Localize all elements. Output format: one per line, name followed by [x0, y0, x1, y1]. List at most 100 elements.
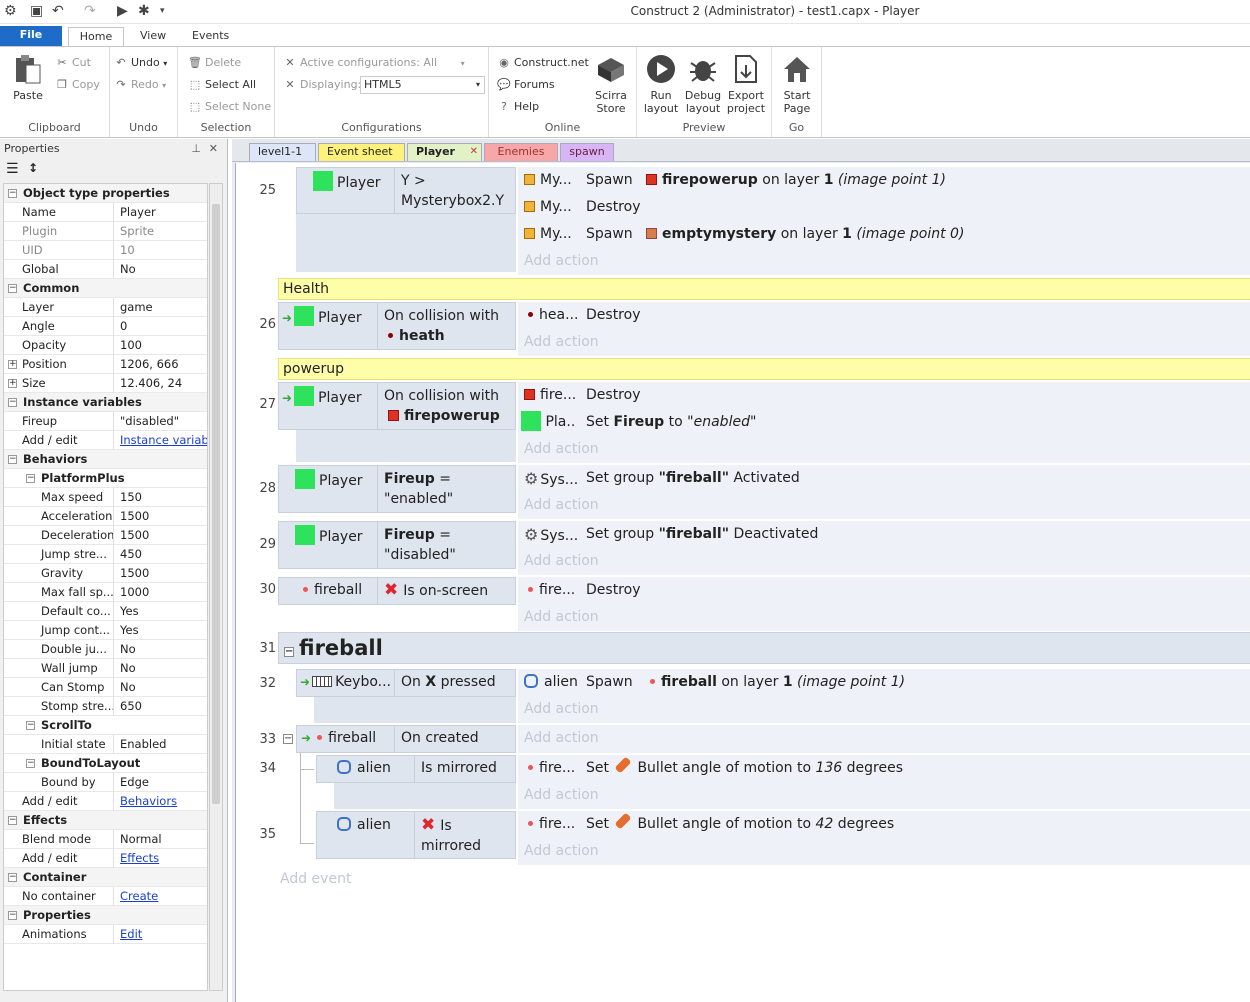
property-value[interactable]: game — [117, 298, 207, 316]
property-value[interactable]: 1500 — [117, 564, 207, 582]
property-category[interactable]: − Behaviors — [4, 450, 207, 469]
event-32-condition[interactable]: ➜ Keybo... On X pressed — [296, 669, 516, 697]
property-row[interactable]: Wall jump No — [4, 659, 207, 678]
property-value[interactable]: Yes — [117, 621, 207, 639]
property-row[interactable]: Default co... Yes — [4, 602, 207, 621]
property-row[interactable]: Acceleration 1500 — [4, 507, 207, 526]
active-configurations-dropdown[interactable]: ✕ Active configurations: All ▾ — [283, 54, 464, 72]
property-row[interactable]: Deceleration 1500 — [4, 526, 207, 545]
event-30-condition[interactable]: fireball ✖ Is on-screen — [278, 577, 516, 605]
property-row[interactable]: Plugin Sprite — [4, 222, 207, 241]
export-project-button[interactable]: Export project — [725, 53, 767, 115]
property-value[interactable]: 1206, 666 — [117, 355, 207, 373]
collapse-icon[interactable]: − — [284, 647, 294, 657]
property-row[interactable]: + Position 1206, 666 — [4, 355, 207, 374]
construct-net-link[interactable]: ◉ Construct.net — [497, 54, 589, 72]
property-row[interactable]: No container Create — [4, 887, 207, 906]
property-row[interactable]: Add / edit Behaviors — [4, 792, 207, 811]
collapse-icon[interactable]: − — [283, 734, 293, 744]
select-none-button[interactable]: ⬚ Select None — [188, 98, 271, 116]
run-layout-button[interactable]: Run layout — [641, 53, 681, 115]
property-value[interactable]: Yes — [117, 602, 207, 620]
property-value[interactable]: 10 — [117, 241, 207, 259]
property-row[interactable]: Initial state Enabled — [4, 735, 207, 754]
property-value[interactable]: "disabled" — [117, 412, 207, 430]
delete-button[interactable]: 🗑 Delete — [188, 54, 241, 72]
property-row[interactable]: Can Stomp No — [4, 678, 207, 697]
property-row[interactable]: Stomp stre... 650 — [4, 697, 207, 716]
event-35-condition[interactable]: alien ✖ Is mirrored — [316, 811, 516, 859]
property-row[interactable]: Angle 0 — [4, 317, 207, 336]
property-value[interactable]: 450 — [117, 545, 207, 563]
cut-button[interactable]: ✂ Cut — [55, 54, 91, 72]
add-action-link[interactable]: Add action — [524, 548, 599, 575]
tab-file[interactable]: File — [0, 26, 62, 46]
property-row[interactable]: Max fall sp... 1000 — [4, 583, 207, 602]
property-value[interactable]: Enabled — [117, 735, 207, 753]
event-sheet[interactable]: 25 Player Y > Mysterybox2.Y My... Spawn f… — [235, 163, 1250, 1002]
property-row[interactable]: Gravity 1500 — [4, 564, 207, 583]
add-action-link[interactable]: Add action — [524, 329, 599, 356]
property-category[interactable]: − Object type properties — [4, 184, 207, 203]
property-row[interactable]: Name Player — [4, 203, 207, 222]
event-34-condition[interactable]: alien Is mirrored — [316, 755, 516, 783]
property-value[interactable]: No — [117, 640, 207, 658]
property-category[interactable]: − ScrollTo — [4, 716, 207, 735]
property-value[interactable]: No — [117, 678, 207, 696]
property-row[interactable]: Layer game — [4, 298, 207, 317]
property-value[interactable]: 1500 — [117, 507, 207, 525]
paste-button[interactable]: Paste — [8, 53, 48, 102]
copy-button[interactable]: ❐ Copy — [55, 76, 100, 94]
event-26-condition[interactable]: ➜ Player On collision with heath — [278, 302, 516, 350]
property-row[interactable]: + Size 12.406, 24 — [4, 374, 207, 393]
displaying-select[interactable]: HTML5 ▾ — [360, 76, 485, 94]
add-action-link[interactable]: Add action — [524, 725, 599, 752]
property-value[interactable]: No — [117, 659, 207, 677]
property-link[interactable]: Behaviors — [117, 792, 207, 810]
property-row[interactable]: Animations Edit — [4, 925, 207, 944]
scroll-thumb[interactable] — [212, 204, 220, 804]
tab-level1-1[interactable]: level1-1 — [249, 143, 316, 161]
start-page-button[interactable]: Start Page — [776, 53, 818, 115]
property-row[interactable]: UID 10 — [4, 241, 207, 260]
event-25-condition[interactable]: Player Y > Mysterybox2.Y — [296, 167, 516, 214]
property-link[interactable]: Effects — [117, 849, 207, 867]
property-value[interactable]: 1000 — [117, 583, 207, 601]
property-value[interactable]: 12.406, 24 — [117, 374, 207, 392]
add-event-link[interactable]: Add event — [280, 871, 351, 887]
comment-health[interactable]: Health — [278, 278, 1250, 300]
property-value[interactable]: 0 — [117, 317, 207, 335]
add-action-link[interactable]: Add action — [524, 782, 599, 809]
tab-events[interactable]: Events — [180, 27, 241, 47]
redo-button[interactable]: ↷ Redo ▾ — [114, 76, 166, 94]
event-29-condition[interactable]: Player Fireup = "disabled" — [278, 521, 516, 569]
property-value[interactable]: Normal — [117, 830, 207, 848]
forums-link[interactable]: 💬 Forums — [497, 76, 554, 94]
tab-enemies[interactable]: Enemies — [484, 143, 558, 161]
property-link[interactable]: Instance variab... — [117, 431, 207, 449]
property-row[interactable]: Jump cont... Yes — [4, 621, 207, 640]
event-33-condition[interactable]: ➜ fireball On created — [296, 725, 516, 753]
add-action-link[interactable]: Add action — [524, 604, 599, 631]
property-row[interactable]: Fireup "disabled" — [4, 412, 207, 431]
property-value[interactable]: Player — [117, 203, 207, 221]
add-action-link[interactable]: Add action — [524, 248, 599, 275]
event-27-condition[interactable]: ➜ Player On collision with firepowerup — [278, 382, 516, 430]
debug-layout-button[interactable]: Debug layout — [683, 53, 723, 115]
property-value[interactable]: 100 — [117, 336, 207, 354]
add-action-link[interactable]: Add action — [524, 696, 599, 723]
property-row[interactable]: Add / edit Instance variab... — [4, 431, 207, 450]
property-category[interactable]: − BoundToLayout — [4, 754, 207, 773]
property-row[interactable]: Double ju... No — [4, 640, 207, 659]
property-category[interactable]: − PlatformPlus — [4, 469, 207, 488]
categorized-icon[interactable]: ☰ — [6, 161, 19, 177]
property-category[interactable]: − Instance variables — [4, 393, 207, 412]
comment-powerup[interactable]: powerup — [278, 358, 1250, 380]
tab-spawn[interactable]: spawn — [560, 143, 614, 161]
close-icon[interactable]: ✕ — [470, 144, 478, 160]
property-row[interactable]: Add / edit Effects — [4, 849, 207, 868]
select-all-button[interactable]: ⬚ Select All — [188, 76, 256, 94]
property-value[interactable]: 1500 — [117, 526, 207, 544]
help-link[interactable]: ? Help — [497, 98, 539, 116]
property-category[interactable]: − Effects — [4, 811, 207, 830]
